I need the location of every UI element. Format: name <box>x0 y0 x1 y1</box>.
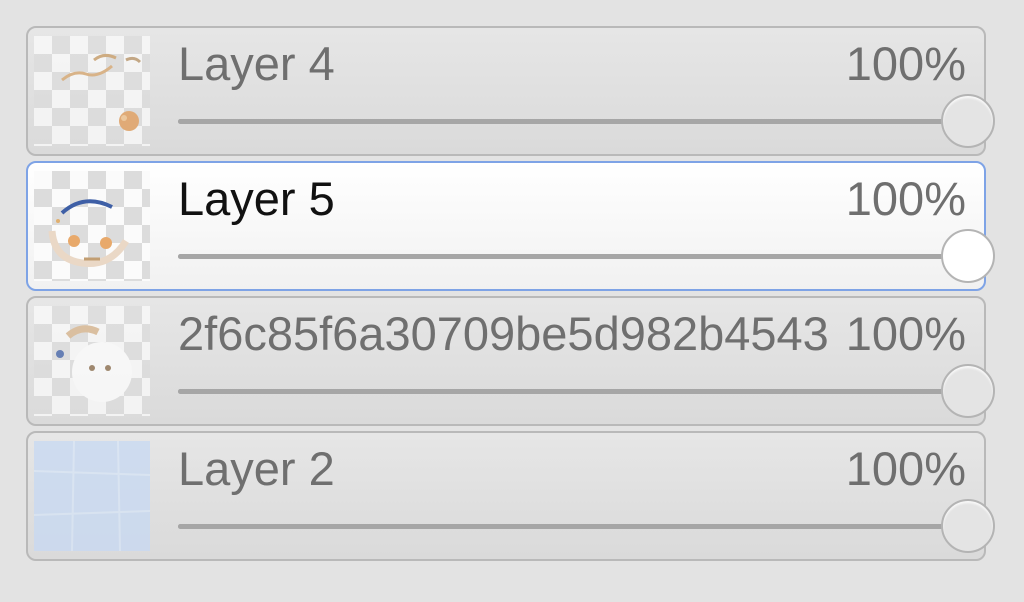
slider-thumb[interactable] <box>941 499 995 553</box>
slider-fill <box>178 119 968 124</box>
layer-opacity-value: 100% <box>845 442 966 495</box>
layer-name: Layer 4 <box>178 37 335 90</box>
layers-panel: Layer 4 100% Layer 5 100% 2f6c85f6a30709… <box>26 26 995 566</box>
layer-name: 2f6c85f6a30709be5d982b4543 <box>178 307 829 360</box>
layer-row[interactable]: Layer 5 100% <box>26 161 995 291</box>
slider-fill <box>178 254 968 259</box>
opacity-slider[interactable] <box>178 229 995 283</box>
layer-opacity-value: 100% <box>845 172 966 225</box>
layer-row[interactable]: Layer 2 100% <box>26 431 995 561</box>
layer-thumbnail <box>34 36 150 146</box>
layer-opacity-value: 100% <box>845 307 966 360</box>
opacity-slider[interactable] <box>178 94 995 148</box>
layer-thumbnail <box>34 306 150 416</box>
opacity-slider[interactable] <box>178 364 995 418</box>
layer-row[interactable]: Layer 4 100% <box>26 26 995 156</box>
slider-thumb[interactable] <box>941 229 995 283</box>
layer-opacity-value: 100% <box>845 37 966 90</box>
slider-fill <box>178 389 968 394</box>
slider-thumb[interactable] <box>941 94 995 148</box>
opacity-slider[interactable] <box>178 499 995 553</box>
layer-thumbnail <box>34 171 150 281</box>
layer-name: Layer 5 <box>178 172 335 225</box>
layer-name: Layer 2 <box>178 442 335 495</box>
layer-row[interactable]: 2f6c85f6a30709be5d982b4543 100% <box>26 296 995 426</box>
slider-thumb[interactable] <box>941 364 995 418</box>
layer-thumbnail <box>34 441 150 551</box>
slider-fill <box>178 524 968 529</box>
